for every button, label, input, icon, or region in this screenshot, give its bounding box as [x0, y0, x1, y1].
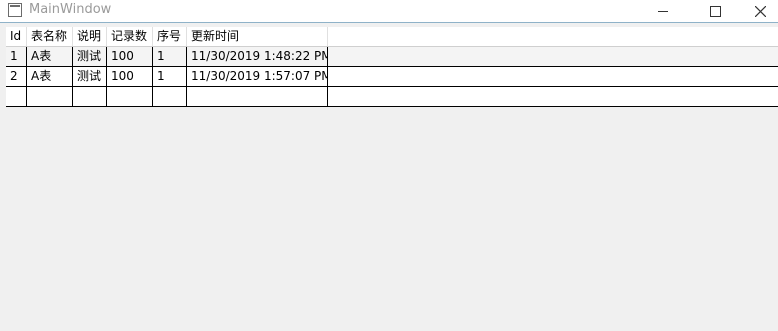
grid-cell[interactable]: 1: [153, 67, 187, 86]
window-title: MainWindow: [29, 2, 112, 17]
grid-cell[interactable]: 11/30/2019 1:57:07 PM: [187, 67, 328, 86]
grid-header-row: Id 表名称 说明 记录数 序号 更新时间: [6, 27, 778, 47]
grid-cell[interactable]: [6, 87, 27, 106]
maximize-icon: [709, 5, 721, 17]
grid-cell[interactable]: [27, 87, 73, 106]
close-icon: [754, 5, 766, 17]
close-button[interactable]: [737, 0, 778, 22]
grid-cell[interactable]: [187, 87, 328, 106]
column-header-updated-time[interactable]: 更新时间: [187, 27, 328, 46]
table-row[interactable]: 1 A表 测试 100 1 11/30/2019 1:48:22 PM: [6, 47, 778, 67]
column-header-table-name[interactable]: 表名称: [27, 27, 73, 46]
grid-cell[interactable]: 2: [6, 67, 27, 86]
column-header-description[interactable]: 说明: [73, 27, 107, 46]
title-bar: MainWindow: [0, 0, 778, 23]
minimize-icon: [658, 10, 668, 12]
grid-cell[interactable]: [73, 87, 107, 106]
grid-cell[interactable]: 11/30/2019 1:48:22 PM: [187, 47, 328, 66]
grid-cell[interactable]: 1: [6, 47, 27, 66]
grid-cell[interactable]: 测试: [73, 47, 107, 66]
grid-cell[interactable]: 测试: [73, 67, 107, 86]
grid-cell[interactable]: [107, 87, 153, 106]
grid-cell[interactable]: A表: [27, 67, 73, 86]
grid-cell[interactable]: 100: [107, 67, 153, 86]
table-row[interactable]: 2 A表 测试 100 1 11/30/2019 1:57:07 PM: [6, 67, 778, 87]
column-header-id[interactable]: Id: [6, 27, 27, 46]
grid-cell[interactable]: [153, 87, 187, 106]
new-item-row[interactable]: [6, 87, 778, 107]
maximize-button[interactable]: [692, 0, 738, 22]
column-header-record-count[interactable]: 记录数: [107, 27, 153, 46]
column-header-sequence[interactable]: 序号: [153, 27, 187, 46]
grid-cell[interactable]: A表: [27, 47, 73, 66]
window-icon: [8, 3, 22, 17]
grid-cell[interactable]: 100: [107, 47, 153, 66]
minimize-button[interactable]: [640, 0, 686, 22]
data-grid[interactable]: Id 表名称 说明 记录数 序号 更新时间 1 A表 测试 100 1 11/3…: [6, 27, 778, 107]
grid-cell[interactable]: 1: [153, 47, 187, 66]
